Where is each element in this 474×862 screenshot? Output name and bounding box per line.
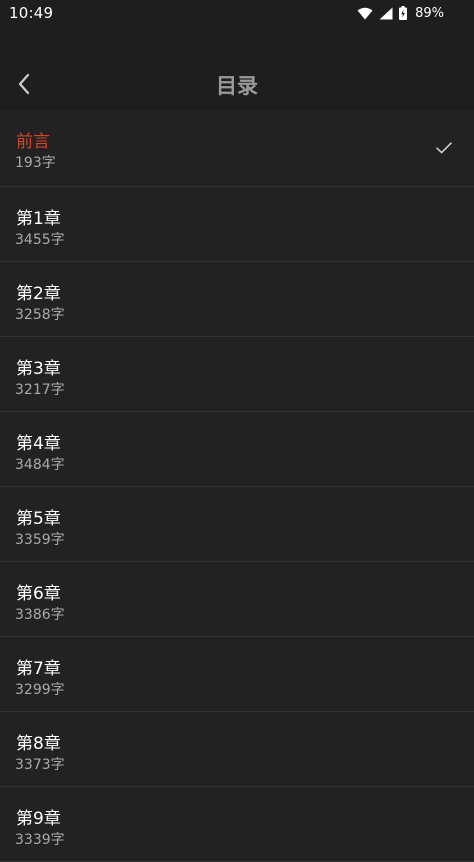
chapter-word-count: 3373字 xyxy=(15,757,65,773)
chapter-word-count: 3217字 xyxy=(15,382,65,398)
check-icon xyxy=(436,142,452,154)
table-of-contents-list: 前言 193字 第1章 3455字 第2章 3258字 第3章 3217字 第4… xyxy=(0,110,474,862)
chapter-title: 前言 xyxy=(16,132,50,152)
chapter-word-count: 3359字 xyxy=(15,532,65,548)
chapter-title: 第8章 xyxy=(16,734,61,754)
chapter-word-count: 3339字 xyxy=(15,832,65,848)
list-item[interactable]: 第1章 3455字 xyxy=(0,187,474,262)
list-item[interactable]: 第2章 3258字 xyxy=(0,262,474,337)
chapter-title: 第7章 xyxy=(16,659,61,679)
chapter-title: 第3章 xyxy=(16,359,61,379)
battery-percentage: 89% xyxy=(415,5,444,21)
status-icons: 89% xyxy=(357,4,444,22)
chapter-title: 第6章 xyxy=(16,584,61,604)
list-item[interactable]: 第5章 3359字 xyxy=(0,487,474,562)
list-item[interactable]: 第7章 3299字 xyxy=(0,637,474,712)
chapter-title: 第4章 xyxy=(16,434,61,454)
wifi-icon xyxy=(357,7,373,20)
status-bar: 10:49 89% xyxy=(0,0,474,26)
list-item[interactable]: 第3章 3217字 xyxy=(0,337,474,412)
status-time: 10:49 xyxy=(9,4,54,22)
chapter-word-count: 3386字 xyxy=(15,607,65,623)
chapter-title: 第5章 xyxy=(16,509,61,529)
chapter-title: 第1章 xyxy=(16,209,61,229)
chapter-word-count: 3455字 xyxy=(15,232,65,248)
list-item[interactable]: 第8章 3373字 xyxy=(0,712,474,787)
signal-icon xyxy=(379,7,393,20)
chapter-word-count: 3484字 xyxy=(15,457,65,473)
chapter-word-count: 193字 xyxy=(15,155,56,171)
list-item[interactable]: 第6章 3386字 xyxy=(0,562,474,637)
chapter-word-count: 3299字 xyxy=(15,682,65,698)
battery-charging-icon xyxy=(399,6,408,20)
list-item[interactable]: 前言 193字 xyxy=(0,110,474,187)
chapter-word-count: 3258字 xyxy=(15,307,65,323)
list-item[interactable]: 第9章 3339字 xyxy=(0,787,474,862)
chapter-title: 第9章 xyxy=(16,809,61,829)
chapter-title: 第2章 xyxy=(16,284,61,304)
list-item[interactable]: 第4章 3484字 xyxy=(0,412,474,487)
page-title: 目录 xyxy=(216,74,258,98)
app-bar: 目录 xyxy=(0,26,474,110)
